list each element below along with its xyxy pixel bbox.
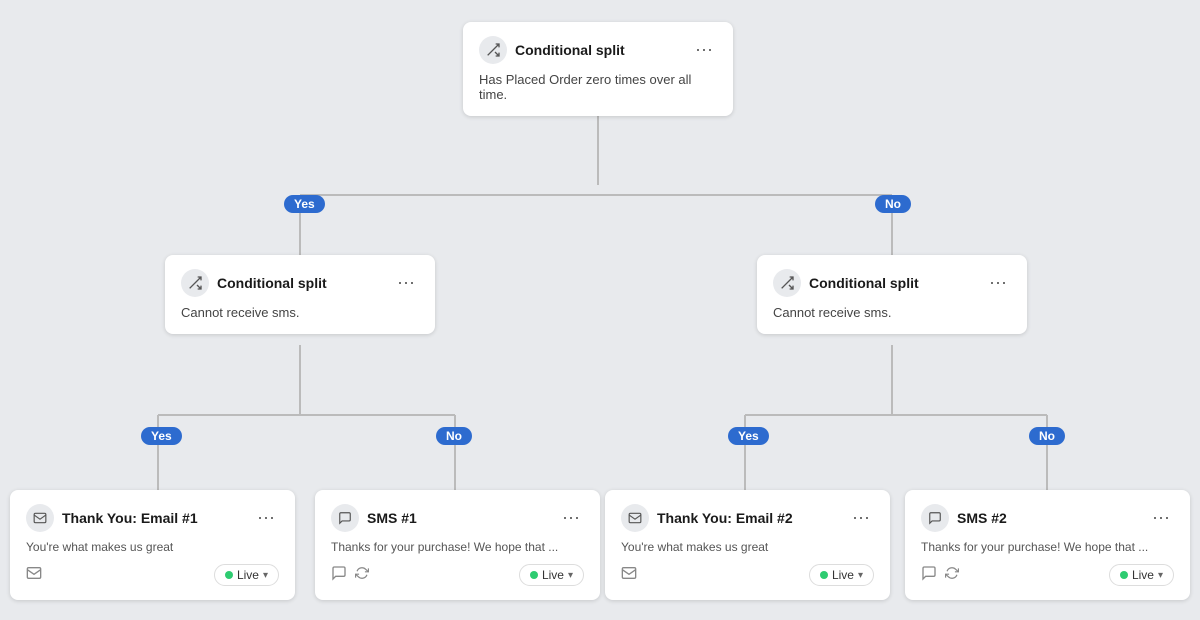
bot-card-2-footer-icons [331, 565, 369, 586]
mid-left-card-description: Cannot receive sms. [181, 305, 419, 320]
bot-card-3-footer: Live ▾ [621, 564, 874, 586]
no-badge-1: No [875, 195, 911, 213]
yes-badge-1: Yes [284, 195, 325, 213]
chevron-down-icon-2: ▾ [568, 570, 573, 581]
bot-card-4-title: SMS #2 [957, 510, 1007, 526]
split-icon-mid-left [181, 269, 209, 297]
bot-card-3-status: Live [832, 568, 854, 582]
bottom-card-sms-2: SMS #2 ⋯ Thanks for your purchase! We ho… [905, 490, 1190, 600]
top-card-description: Has Placed Order zero times over all tim… [479, 72, 717, 102]
sms-icon-2 [921, 504, 949, 532]
bot-card-3-header: Thank You: Email #2 ⋯ [621, 504, 874, 532]
bot-card-3-subtitle: You're what makes us great [621, 540, 874, 554]
bottom-card-sms-1: SMS #1 ⋯ Thanks for your purchase! We ho… [315, 490, 600, 600]
chevron-down-icon-3: ▾ [858, 570, 863, 581]
yes-badge-2: Yes [141, 427, 182, 445]
top-card-more-button[interactable]: ⋯ [691, 39, 717, 61]
flow-canvas: Conditional split ⋯ Has Placed Order zer… [0, 0, 1200, 620]
bot-card-3-footer-icons [621, 565, 637, 586]
top-card-header-left: Conditional split [479, 36, 625, 64]
mid-left-conditional-split-card: Conditional split ⋯ Cannot receive sms. [165, 255, 435, 334]
bot-card-3-live-button[interactable]: Live ▾ [809, 564, 874, 586]
bot-card-2-live-button[interactable]: Live ▾ [519, 564, 584, 586]
bot-card-1-status: Live [237, 568, 259, 582]
email-icon-2 [621, 504, 649, 532]
bot-card-3-title: Thank You: Email #2 [657, 510, 793, 526]
bot-card-1-footer-icons [26, 565, 42, 586]
mid-left-card-more-button[interactable]: ⋯ [393, 272, 419, 294]
bot-card-4-status: Live [1132, 568, 1154, 582]
mid-right-card-more-button[interactable]: ⋯ [985, 272, 1011, 294]
chevron-down-icon-4: ▾ [1158, 570, 1163, 581]
split-icon-top [479, 36, 507, 64]
bot-card-2-title: SMS #1 [367, 510, 417, 526]
bottom-card-email-2: Thank You: Email #2 ⋯ You're what makes … [605, 490, 890, 600]
no-badge-2: No [436, 427, 472, 445]
live-dot-1 [225, 571, 233, 579]
mid-right-card-title: Conditional split [809, 275, 919, 291]
mid-right-card-header-left: Conditional split [773, 269, 919, 297]
email-footer-icon-1 [26, 565, 42, 586]
sms-footer-icon-2 [921, 565, 937, 586]
bot-card-4-live-button[interactable]: Live ▾ [1109, 564, 1174, 586]
mid-left-card-title: Conditional split [217, 275, 327, 291]
top-conditional-split-card: Conditional split ⋯ Has Placed Order zer… [463, 22, 733, 116]
email-icon-1 [26, 504, 54, 532]
bot-card-4-header: SMS #2 ⋯ [921, 504, 1174, 532]
bot-card-1-footer: Live ▾ [26, 564, 279, 586]
live-dot-3 [820, 571, 828, 579]
live-dot-4 [1120, 571, 1128, 579]
no-badge-3: No [1029, 427, 1065, 445]
bot-card-3-more-button[interactable]: ⋯ [848, 507, 874, 529]
refresh-icon-2 [945, 566, 959, 585]
mid-left-card-header: Conditional split ⋯ [181, 269, 419, 297]
bot-card-2-status: Live [542, 568, 564, 582]
bot-card-2-subtitle: Thanks for your purchase! We hope that .… [331, 540, 584, 554]
bot-card-1-title: Thank You: Email #1 [62, 510, 198, 526]
bot-card-4-subtitle: Thanks for your purchase! We hope that .… [921, 540, 1174, 554]
mid-right-conditional-split-card: Conditional split ⋯ Cannot receive sms. [757, 255, 1027, 334]
split-icon-mid-right [773, 269, 801, 297]
yes-badge-3: Yes [728, 427, 769, 445]
bot-card-4-footer-icons [921, 565, 959, 586]
bot-card-2-header-left: SMS #1 [331, 504, 417, 532]
mid-left-card-header-left: Conditional split [181, 269, 327, 297]
mid-right-card-header: Conditional split ⋯ [773, 269, 1011, 297]
bot-card-3-header-left: Thank You: Email #2 [621, 504, 793, 532]
top-card-header: Conditional split ⋯ [479, 36, 717, 64]
bot-card-4-footer: Live ▾ [921, 564, 1174, 586]
bot-card-1-header: Thank You: Email #1 ⋯ [26, 504, 279, 532]
chevron-down-icon-1: ▾ [263, 570, 268, 581]
email-footer-icon-2 [621, 565, 637, 586]
bot-card-4-header-left: SMS #2 [921, 504, 1007, 532]
sms-icon-1 [331, 504, 359, 532]
mid-right-card-description: Cannot receive sms. [773, 305, 1011, 320]
bot-card-1-live-button[interactable]: Live ▾ [214, 564, 279, 586]
bot-card-4-more-button[interactable]: ⋯ [1148, 507, 1174, 529]
top-card-title: Conditional split [515, 42, 625, 58]
bot-card-2-header: SMS #1 ⋯ [331, 504, 584, 532]
bot-card-2-more-button[interactable]: ⋯ [558, 507, 584, 529]
bot-card-2-footer: Live ▾ [331, 564, 584, 586]
bottom-card-email-1: Thank You: Email #1 ⋯ You're what makes … [10, 490, 295, 600]
bot-card-1-more-button[interactable]: ⋯ [253, 507, 279, 529]
refresh-icon-1 [355, 566, 369, 585]
sms-footer-icon-1 [331, 565, 347, 586]
bot-card-1-header-left: Thank You: Email #1 [26, 504, 198, 532]
bot-card-1-subtitle: You're what makes us great [26, 540, 279, 554]
live-dot-2 [530, 571, 538, 579]
